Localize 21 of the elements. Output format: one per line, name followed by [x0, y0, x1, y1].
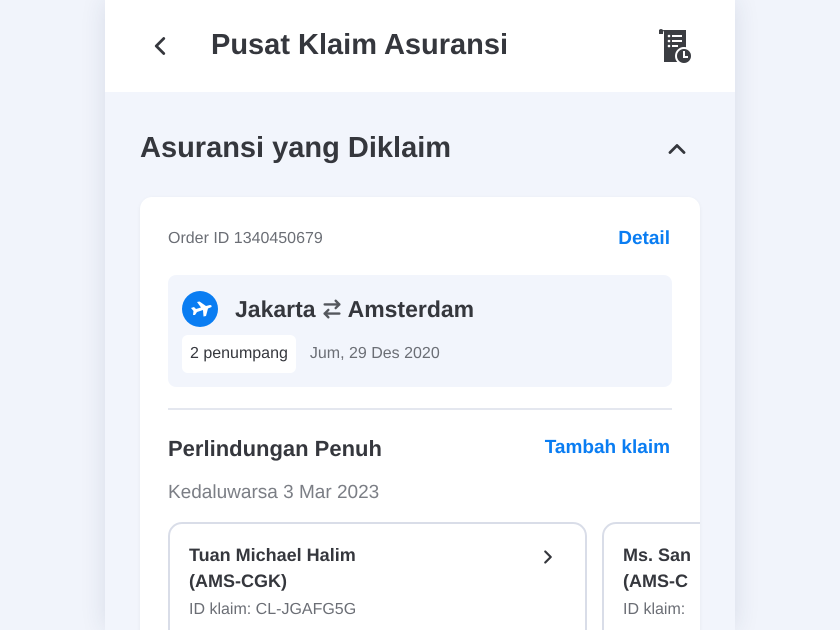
detail-link[interactable]: Detail: [618, 224, 670, 253]
claim-route: (AMS-C: [623, 570, 689, 593]
route-origin: Jakarta: [235, 294, 316, 324]
claim-id: ID klaim:: [623, 600, 686, 620]
passenger-name: Tuan Michael Halim: [189, 544, 356, 566]
section-title: Asuransi yang Diklaim: [140, 131, 452, 166]
expiry-date: Kedaluwarsa 3 Mar 2023: [168, 481, 380, 505]
order-id: Order ID 1340450679: [168, 228, 323, 249]
page-title: Pusat Klaim Asuransi: [211, 28, 510, 64]
passenger-count: 2 penumpang: [182, 335, 296, 373]
round-trip-icon: [320, 298, 343, 320]
airplane-icon: [182, 291, 218, 327]
route-destination: Amsterdam: [348, 294, 474, 324]
claim-card[interactable]: Ms. San (AMS-C ID klaim:: [602, 522, 700, 630]
flight-date: Jum, 29 Des 2020: [310, 344, 440, 364]
claim-id: ID klaim: CL-JGAFG5G: [189, 600, 356, 620]
passenger-name: Ms. San: [623, 544, 692, 566]
coverage-title: Perlindungan Penuh: [168, 435, 382, 463]
claim-card[interactable]: Tuan Michael Halim (AMS-CGK) ID klaim: CL-JGAFG5G: [168, 522, 587, 630]
claim-route: (AMS-CGK): [189, 570, 288, 593]
add-claim-link[interactable]: Tambah klaim: [544, 434, 670, 463]
